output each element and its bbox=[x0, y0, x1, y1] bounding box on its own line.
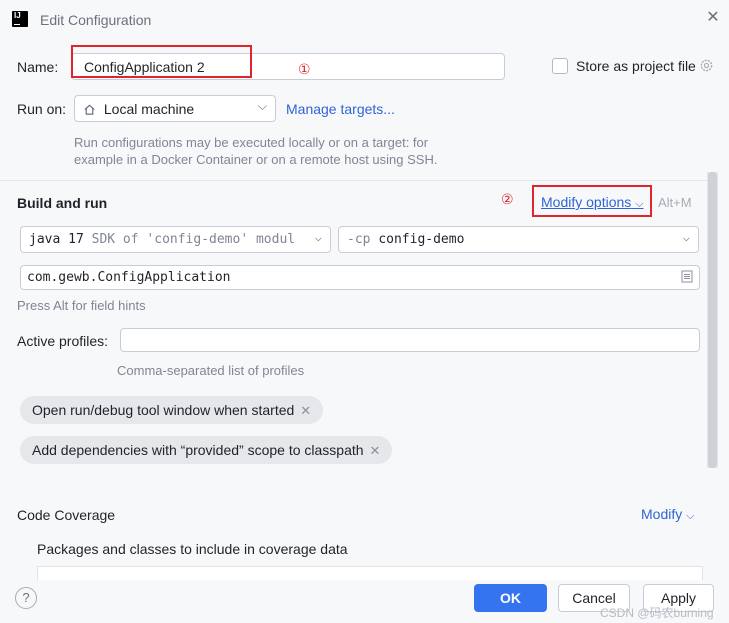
chevron-down-icon: ⌵ bbox=[686, 510, 695, 522]
run-on-hint-line2: example in a Docker Container or on a re… bbox=[74, 152, 438, 167]
app-icon: IJ bbox=[12, 11, 28, 27]
run-on-select[interactable]: Local machine ⌵ bbox=[74, 95, 276, 122]
coverage-packages-label: Packages and classes to include in cover… bbox=[37, 541, 348, 557]
gear-icon[interactable] bbox=[699, 58, 714, 73]
chevron-down-icon: ⌵ bbox=[257, 99, 267, 113]
annotation-1: ① bbox=[298, 61, 311, 77]
store-project-file-checkbox[interactable] bbox=[552, 58, 568, 74]
build-run-title: Build and run bbox=[17, 195, 108, 211]
coverage-packages-table[interactable] bbox=[37, 566, 703, 580]
modify-options-shortcut: Alt+M bbox=[658, 195, 692, 210]
active-profiles-label: Active profiles: bbox=[17, 333, 109, 349]
close-icon[interactable]: ✕ bbox=[704, 9, 722, 27]
jdk-name: java 17 bbox=[29, 232, 84, 247]
run-on-hint-line1: Run configurations may be executed local… bbox=[74, 135, 429, 150]
manage-targets-link[interactable]: Manage targets... bbox=[286, 101, 395, 117]
store-project-file-label: Store as project file bbox=[576, 58, 696, 74]
home-icon bbox=[83, 103, 96, 119]
chevron-down-icon: ⌵ bbox=[314, 230, 322, 244]
run-on-label: Run on: bbox=[17, 101, 67, 117]
browse-icon[interactable] bbox=[681, 270, 693, 287]
jdk-select[interactable]: java 17 SDK of 'config-demo' modul ⌵ bbox=[20, 226, 331, 253]
annotation-box-1 bbox=[71, 45, 252, 78]
modify-options-link[interactable]: Modify options ⌵ bbox=[541, 194, 644, 211]
window-title: Edit Configuration bbox=[40, 12, 152, 28]
chevron-down-icon: ⌵ bbox=[635, 198, 644, 210]
jdk-detail: SDK of 'config-demo' modul bbox=[91, 232, 296, 247]
classpath-prefix: -cp bbox=[347, 232, 371, 247]
remove-icon[interactable]: ✕ bbox=[300, 403, 311, 418]
chip-provided-scope[interactable]: Add dependencies with “provided” scope t… bbox=[20, 436, 393, 464]
coverage-modify-link[interactable]: Modify ⌵ bbox=[641, 506, 694, 523]
ok-button[interactable]: OK bbox=[474, 584, 547, 612]
code-coverage-title: Code Coverage bbox=[17, 507, 116, 523]
active-profiles-input[interactable] bbox=[120, 328, 700, 352]
chip-open-tool-window[interactable]: Open run/debug tool window when started ✕ bbox=[20, 396, 324, 424]
run-on-value: Local machine bbox=[103, 101, 195, 117]
classpath-value: config-demo bbox=[378, 232, 465, 247]
section-divider bbox=[0, 180, 707, 181]
field-hint: Press Alt for field hints bbox=[17, 298, 146, 313]
help-button[interactable]: ? bbox=[15, 587, 37, 609]
classpath-select[interactable]: -cp config-demo ⌵ bbox=[338, 226, 699, 253]
active-profiles-hint: Comma-separated list of profiles bbox=[117, 363, 305, 378]
main-class-input[interactable]: com.gewb.ConfigApplication bbox=[20, 265, 700, 290]
remove-icon[interactable]: ✕ bbox=[370, 443, 381, 458]
scrollbar-thumb[interactable] bbox=[708, 172, 717, 468]
name-label: Name: bbox=[17, 59, 59, 75]
annotation-2: ② bbox=[501, 191, 514, 207]
watermark: CSDN @码农burning bbox=[600, 606, 714, 620]
chevron-down-icon: ⌵ bbox=[682, 230, 690, 244]
main-class-value: com.gewb.ConfigApplication bbox=[27, 270, 231, 285]
